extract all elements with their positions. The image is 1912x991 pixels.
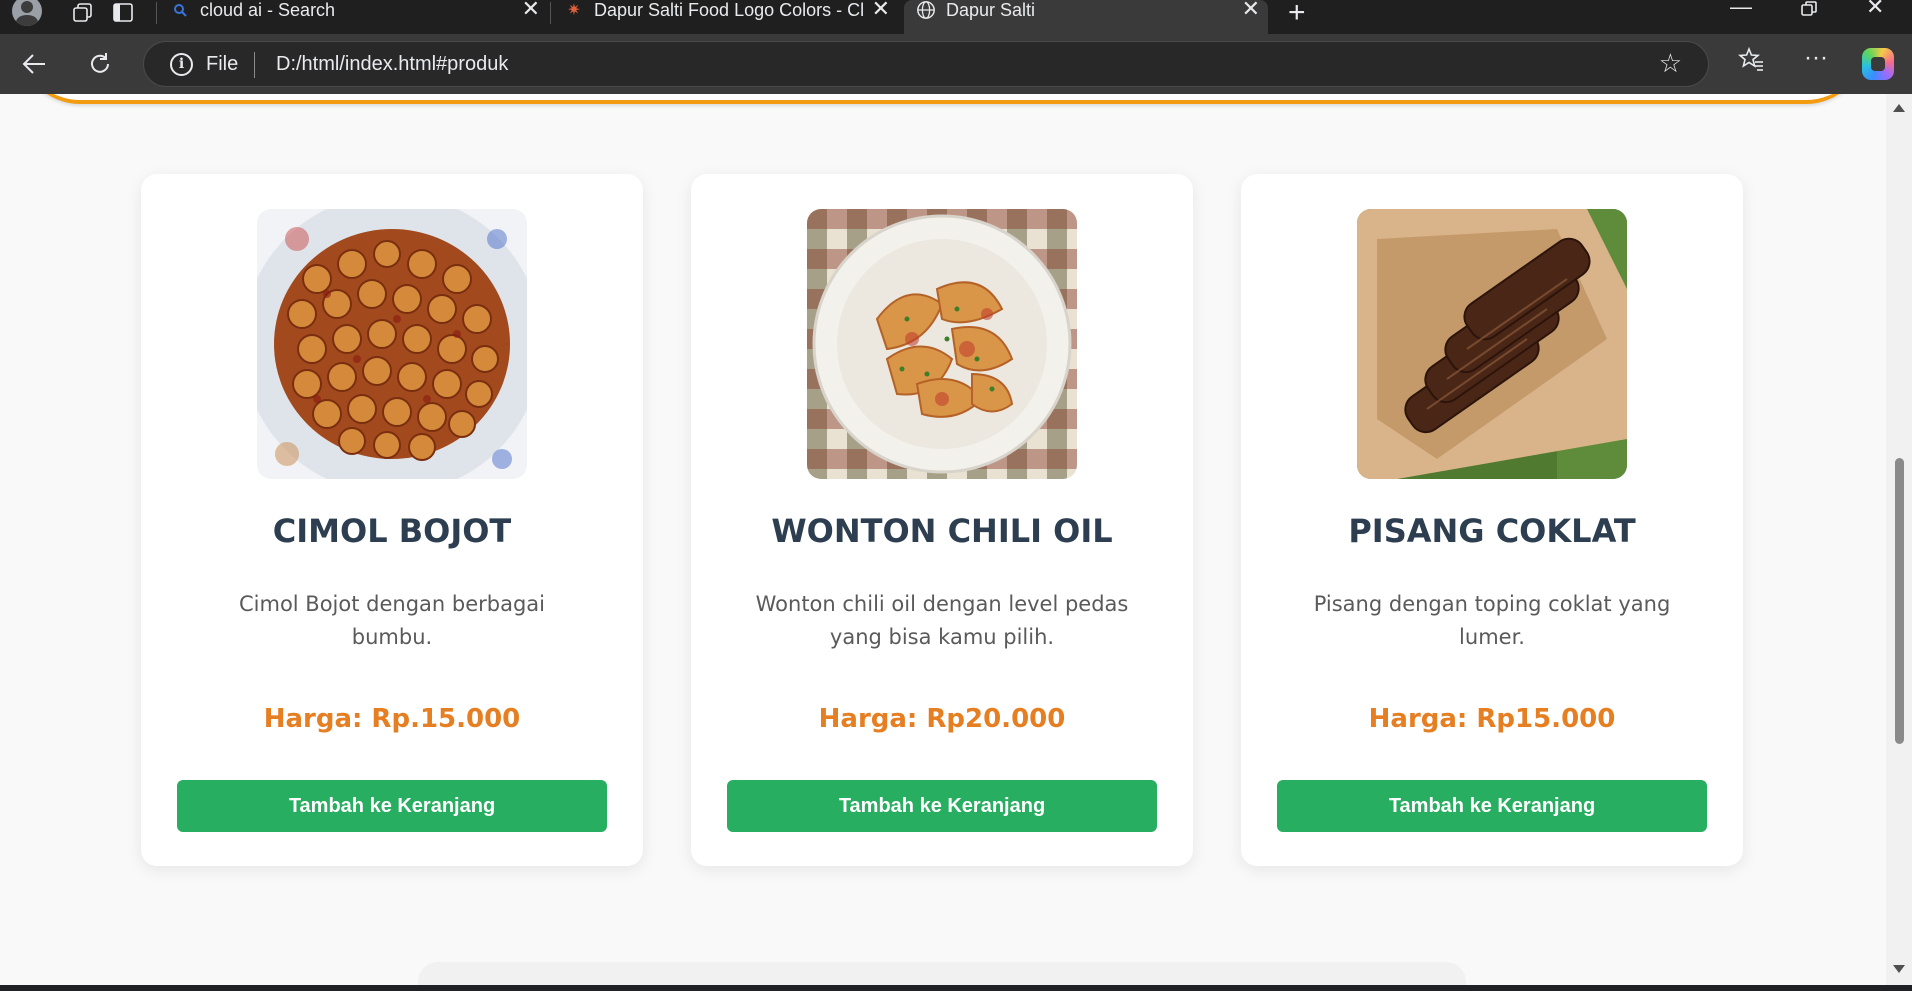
url-text[interactable]: D:/html/index.html#produk [276, 53, 508, 76]
window-bottom-edge [0, 985, 1912, 991]
scroll-down-icon[interactable] [1893, 965, 1905, 973]
product-image-cimol-bojot [257, 209, 527, 479]
tab-title: Dapur Salti [946, 0, 1036, 20]
close-tab-icon[interactable]: ✕ [522, 0, 540, 20]
tab-title: cloud ai - Search [200, 0, 336, 20]
next-section-edge [418, 962, 1466, 985]
tab-dapur-salti[interactable]: Dapur Salti ✕ [904, 0, 1268, 34]
scroll-thumb[interactable] [1895, 458, 1904, 744]
copilot-icon[interactable] [1862, 48, 1894, 80]
product-description: Pisang dengan toping coklat yang lumer. [1313, 592, 1671, 649]
add-to-cart-button[interactable]: Tambah ke Keranjang [177, 780, 607, 832]
close-tab-icon[interactable]: ✕ [872, 0, 890, 20]
page-viewport: CIMOL BOJOT Cimol Bojot dengan berbagai … [0, 94, 1886, 985]
product-card-wonton-chili-oil: WONTON CHILI OIL Wonton chili oil dengan… [691, 174, 1193, 866]
product-description: Wonton chili oil dengan level pedas yang… [755, 592, 1129, 649]
scroll-up-icon[interactable] [1893, 104, 1905, 112]
product-name: PISANG COKLAT [1348, 512, 1636, 550]
search-icon [170, 0, 190, 20]
restore-icon[interactable] [1800, 0, 1818, 24]
tab-title: Dapur Salti Food Logo Colors - Cl [594, 0, 864, 20]
browser-toolbar: i File D:/html/index.html#produk ☆ ··· [0, 34, 1912, 94]
product-description: Cimol Bojot dengan berbagai bumbu. [238, 592, 546, 649]
vertical-tabs-icon[interactable] [110, 0, 136, 26]
product-card-cimol-bojot: CIMOL BOJOT Cimol Bojot dengan berbagai … [141, 174, 643, 866]
product-price: Harga: Rp20.000 [818, 704, 1066, 734]
close-tab-icon[interactable]: ✕ [1242, 0, 1260, 20]
tab-strip: cloud ai - Search ✕ ✷ Dapur Salti Food L… [0, 0, 1912, 34]
site-info-icon[interactable]: i [170, 53, 193, 76]
product-price: Harga: Rp.15.000 [263, 704, 521, 734]
add-to-cart-button[interactable]: Tambah ke Keranjang [1277, 780, 1707, 832]
tab-cloud-ai-search[interactable]: cloud ai - Search ✕ [158, 0, 548, 34]
close-window-icon[interactable]: ✕ [1866, 0, 1884, 20]
page-scrollbar[interactable] [1886, 94, 1912, 985]
profile-avatar-icon[interactable] [12, 0, 42, 26]
address-bar[interactable]: i File D:/html/index.html#produk ☆ [143, 41, 1709, 87]
product-price: Harga: Rp15.000 [1368, 704, 1616, 734]
back-icon[interactable] [17, 47, 51, 81]
workspaces-icon[interactable] [70, 0, 96, 26]
globe-icon [916, 0, 936, 20]
tab-separator [550, 2, 551, 24]
scheme-label: File [206, 53, 239, 75]
product-card-pisang-coklat: PISANG COKLAT Pisang dengan toping cokla… [1241, 174, 1743, 866]
more-options-icon[interactable]: ··· [1804, 44, 1828, 72]
minimize-icon[interactable]: — [1730, 0, 1752, 20]
sparkle-icon: ✷ [567, 2, 581, 19]
header-bottom-edge [20, 94, 1866, 104]
tab-separator [156, 2, 157, 24]
product-image-wonton-chili-oil [807, 209, 1077, 479]
product-name: WONTON CHILI OIL [771, 512, 1113, 550]
add-to-cart-button[interactable]: Tambah ke Keranjang [727, 780, 1157, 832]
favorite-star-icon[interactable]: ☆ [1659, 48, 1682, 79]
product-name: CIMOL BOJOT [272, 512, 512, 550]
tab-dapur-salti-logo-colors[interactable]: ✷ Dapur Salti Food Logo Colors - Cl ✕ [552, 0, 898, 34]
favorites-icon[interactable] [1737, 46, 1764, 79]
new-tab-icon[interactable]: + [1288, 0, 1306, 30]
product-image-pisang-coklat [1357, 209, 1627, 479]
address-divider [254, 52, 255, 78]
refresh-icon[interactable] [83, 47, 117, 81]
